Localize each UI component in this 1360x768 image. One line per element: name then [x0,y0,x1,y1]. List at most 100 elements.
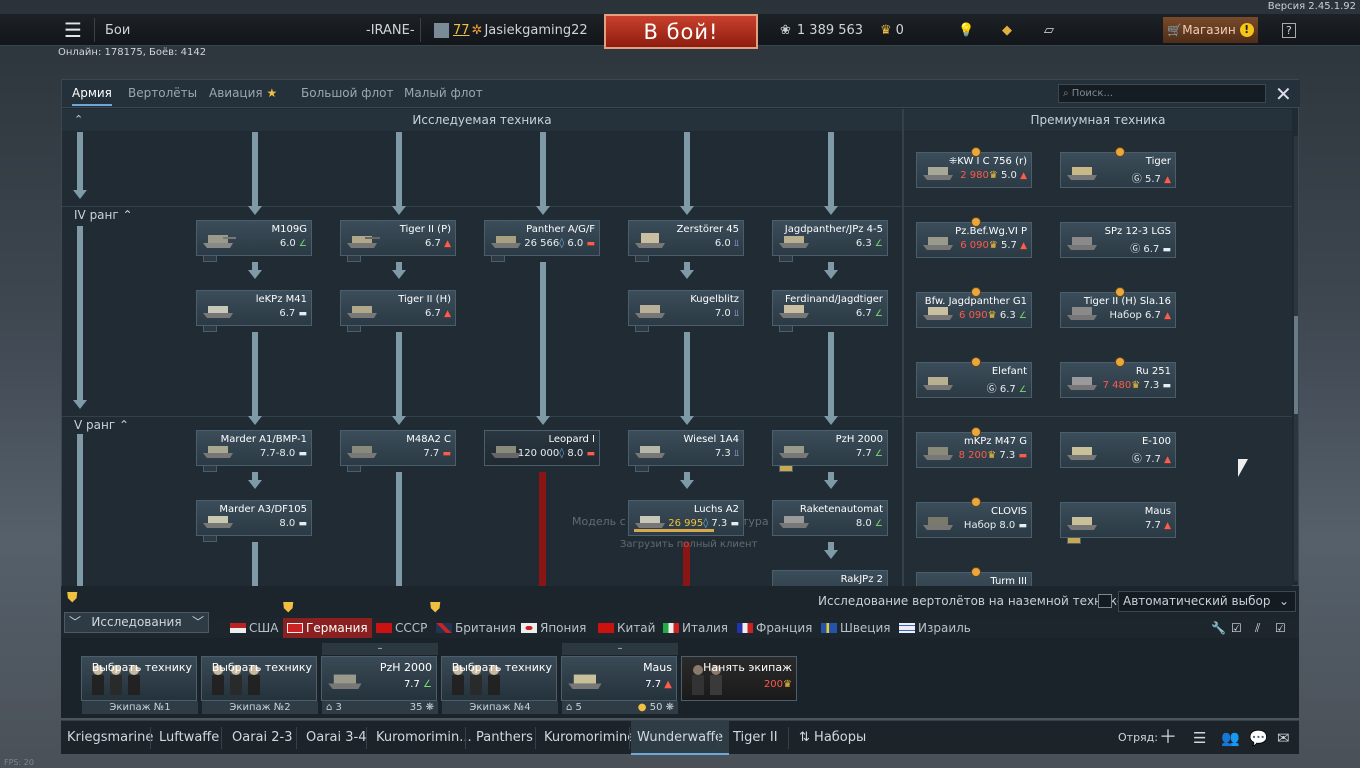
vehicle-card-panther-agf[interactable]: Panther A/G/F 26 566◊ 6.0 ▬ [484,220,600,262]
premium-card-e-100[interactable]: E-100 Ⓖ 7.7 ▲ [1060,432,1176,468]
premium-card-maus[interactable]: Maus 7.7 ▲ [1060,502,1176,544]
preset-luftwaffe[interactable]: Luftwaffe [159,721,219,755]
premium-card-kw-i[interactable]: ⁜KW I C 756 (r) 2 980♛ 5.0 ▲ [916,147,1032,188]
coupon-icon[interactable]: ▱ [1044,14,1054,46]
silver-amount: 1 389 563 [796,22,864,38]
vehicle-card-marder-a3[interactable]: Marder A3/DF105 8.0 ▬ [196,500,312,542]
nation-sweden[interactable]: Швеция [821,618,890,638]
tab-coastal-fleet[interactable]: Малый флот [404,84,483,106]
nation-italy[interactable]: Италия [663,618,728,638]
vehicle-card-rakjpz-2[interactable]: RakJPz 2 [772,570,888,587]
tank-icon [635,233,665,248]
nation-germany[interactable]: Германия [283,618,372,638]
preset-oarai-3-4[interactable]: Oarai 3-4 [306,721,367,755]
vehicle-card-m109g[interactable]: M109G 6.0 ∠ [196,220,312,262]
vehicle-card-m48a2c[interactable]: M48A2 C 7.7 ▬ [340,430,456,472]
vehicle-card-jagdpanther[interactable]: Jagdpanther/JPz 4-5 6.3 ∠ [772,220,888,262]
crew-slot-1[interactable]: Выбрать технику Экипаж №1 [81,656,198,714]
download-client-link[interactable]: Загрузить полный клиент [620,539,757,550]
tab-helicopters[interactable]: Вертолёты [128,84,197,106]
preset-kuromorimine[interactable]: Kuromorimine [544,721,635,755]
crew-slot-5[interactable]: – Maus 7.7 ▲ ⌂ 5 ● 50 ❋ [561,643,678,714]
vehicle-name: Zerstörer 45 [676,224,739,235]
crew-slot-3[interactable]: – PzH 2000 7.7 ∠ ⌂ 3 35 ❋ [321,643,438,714]
nation-label: Франция [756,621,813,635]
preset-wunderwaffe[interactable]: Wunderwaffe [631,721,730,755]
vehicle-card-tiger-ii-h[interactable]: Tiger II (H) 6.7 ▲ [340,290,456,332]
silver-balance[interactable]: ❀ 1 389 563 [780,14,863,46]
premium-card-spz-12-3[interactable]: SPz 12-3 LGS Ⓖ 6.7 ▬ [1060,222,1176,258]
collapse-icon[interactable]: ⌃ [74,109,83,131]
tab-aviation[interactable]: Авиация ★ [209,84,277,106]
scrollbar-thumb[interactable] [1294,316,1298,414]
preset-kriegsmarine[interactable]: Kriegsmarine [67,721,153,755]
preset-oarai-2-3[interactable]: Oarai 2-3 [232,721,293,755]
preset-panthers[interactable]: Panthers [476,721,533,755]
add-squad-icon[interactable]: ＋ [1159,721,1177,755]
lightbulb-icon[interactable]: 💡 [958,14,974,46]
vehicle-card-luchs-a2[interactable]: Luchs A2 26 995◊ 7.3 ▬ [628,500,744,536]
battles-menu[interactable]: Бои [105,14,130,46]
vehicle-card-lekpz-m41[interactable]: leKPz M41 6.7 ▬ [196,290,312,332]
list-icon[interactable]: ☰ [1193,721,1206,755]
auto-select-dropdown[interactable]: Автоматический выбор ⌄ [1118,591,1296,612]
premium-card-bfw-jagdpanther[interactable]: Bfw. Jagdpanther G1 6 090♛ 6.3 ∠ [916,287,1032,328]
vehicle-card-zerstorer-45[interactable]: Zerstörer 45 6.0 ⫫ [628,220,744,262]
premium-card-elefant[interactable]: Elefant Ⓖ 6.7 ∠ [916,357,1032,398]
nation-israel[interactable]: Израиль [899,618,971,638]
rank-badge-icon: ⛊ [430,600,441,616]
preset-tiger-ii[interactable]: Tiger II [733,721,778,755]
rank-iv-label[interactable]: IV ранг ⌃ [74,208,133,222]
search-input[interactable]: ⌕ Поиск... [1058,84,1266,103]
shop-button[interactable]: 🛒 Магазин! [1163,17,1258,43]
profile[interactable]: 77 ✲ Jasiekgaming22 [434,14,588,46]
gold-balance[interactable]: ♛ 0 [880,14,904,46]
close-icon[interactable]: ✕ [1275,82,1292,106]
premium-card-tiger-ii-sla16[interactable]: Tiger II (H) Sla.16 Набор 6.7 ▲ [1060,287,1176,328]
nation-china[interactable]: Китай [598,618,655,638]
vehicle-card-raketenautomat[interactable]: Raketenautomat 8.0 ∠ [772,500,888,536]
mail-icon[interactable]: ✉ [1277,721,1290,755]
premium-card-tiger[interactable]: Tiger Ⓖ 5.7 ▲ [1060,147,1176,188]
nation-britain[interactable]: Британия [436,618,516,638]
tree-arrow [396,332,402,418]
preset-kuromorimin-1[interactable]: Kuromorimin... [376,721,472,755]
vehicle-name: Leopard I [548,434,595,445]
card-tab [779,326,793,332]
premium-card-mkpz-m47g[interactable]: mKPz M47 G 8 200♛ 7.3 ▬ [916,427,1032,468]
heli-research-checkbox[interactable] [1098,594,1112,608]
help-button[interactable]: ? [1282,14,1296,46]
menu-icon[interactable]: ☰ [64,14,82,46]
crew-slot-2[interactable]: Выбрать технику Экипаж №2 [201,656,318,714]
vehicle-card-ferdinand[interactable]: Ferdinand/Jagdtiger 6.7 ∠ [772,290,888,332]
vehicle-card-kugelblitz[interactable]: Kugelblitz 7.0 ⫫ [628,290,744,332]
premium-card-turm-iii[interactable]: Turm III [916,567,1032,587]
rank-v-label[interactable]: V ранг ⌃ [74,418,129,432]
wrench-icon[interactable]: 🔧 [1211,618,1226,638]
nation-japan[interactable]: Япония [521,618,586,638]
vehicle-card-pzh-2000[interactable]: PzH 2000 7.7 ∠ [772,430,888,472]
hire-crew-slot[interactable]: Нанять экипаж 200♛ [681,656,797,701]
crew-slot-4[interactable]: Выбрать технику Экипаж №4 [441,656,558,714]
vehicle-card-leopard-i[interactable]: Leopard I 120 000◊ 8.0 ▬ [484,430,600,466]
premium-card-ru-251[interactable]: Ru 251 7 480♛ 7.3 ▬ [1060,357,1176,398]
ammo-icon[interactable]: ⫽ [1255,618,1260,638]
research-toggle[interactable]: ﹀ Исследования ﹀ [64,612,209,633]
nation-usa[interactable]: США [230,618,278,638]
vehicle-card-marder-a1[interactable]: Marder A1/BMP-1 7.7-8.0 ▬ [196,430,312,472]
premium-card-clovis[interactable]: CLOVIS Набор 8.0 ▬ [916,497,1032,538]
battlepass-icon[interactable]: ◆ [1002,14,1012,46]
vehicle-card-tiger-ii-p[interactable]: Tiger II (P) 6.7 ▲ [340,220,456,262]
friends-icon[interactable]: 👥 [1221,721,1240,755]
tab-army[interactable]: Армия [72,84,112,106]
presets-button[interactable]: ⇅ Наборы [799,721,866,755]
nation-ussr[interactable]: СССР [376,618,427,638]
chat-icon[interactable]: 💬 [1249,721,1268,755]
premium-card-pzbefwg[interactable]: Pz.Bef.Wg.VI P 6 090♛ 5.7 ▲ [916,217,1032,258]
nation-france[interactable]: Франция [737,618,812,638]
vehicle-card-wiesel[interactable]: Wiesel 1A4 7.3 ⫫ [628,430,744,472]
check-icon[interactable]: ☑ [1231,618,1242,638]
tab-bluewater-fleet[interactable]: Большой флот [301,84,394,106]
check-icon[interactable]: ☑ [1275,618,1286,638]
to-battle-button[interactable]: В бой! [604,14,758,49]
